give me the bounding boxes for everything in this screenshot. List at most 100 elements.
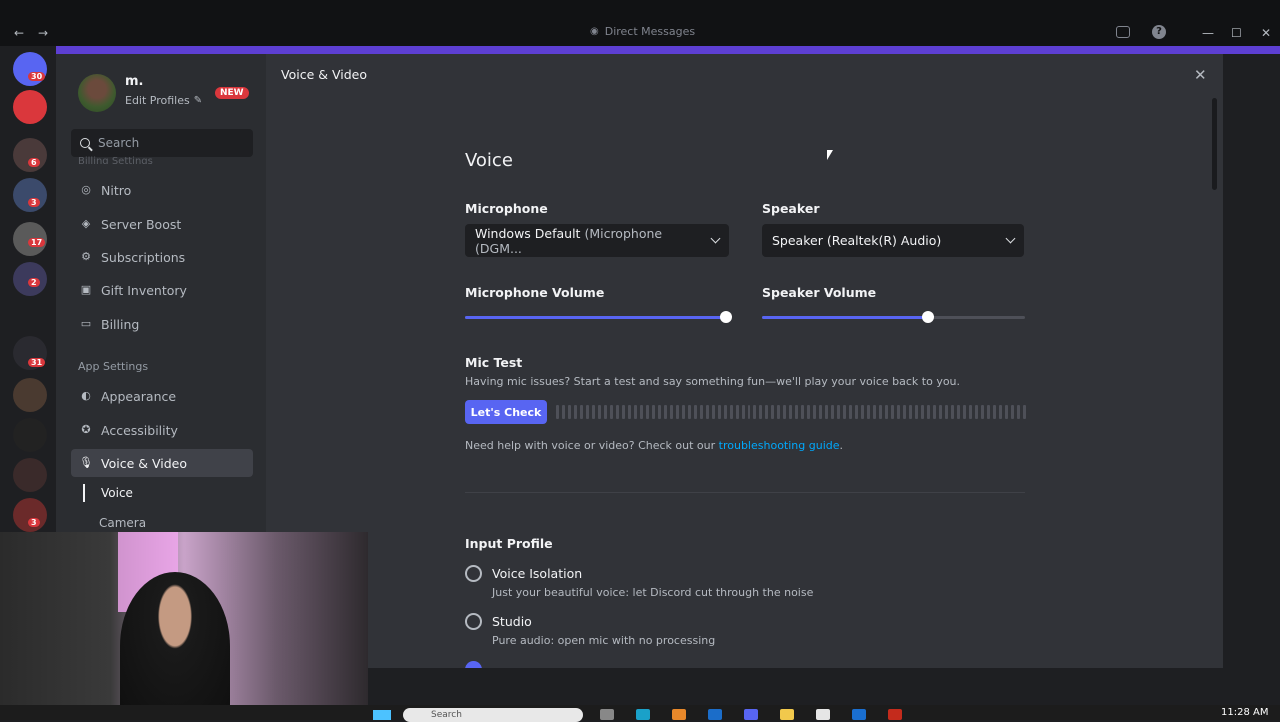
profile-name: m.: [125, 74, 144, 89]
pencil-icon: ✎: [193, 95, 203, 106]
server-icon[interactable]: [13, 178, 47, 212]
windows-start-icon[interactable]: [373, 710, 391, 720]
meter-bar: [621, 405, 625, 419]
scrollbar[interactable]: [1212, 98, 1217, 190]
slider-knob[interactable]: [720, 311, 732, 323]
meter-bar: [705, 405, 709, 419]
studio-radio[interactable]: [465, 613, 482, 630]
minimize-button[interactable]: —: [1202, 26, 1214, 40]
sidebar-item-appearance[interactable]: ◐ Appearance: [71, 382, 253, 410]
firefox-icon[interactable]: [672, 709, 686, 720]
server-icon[interactable]: [13, 458, 47, 492]
meter-bar: [992, 405, 996, 419]
hp-icon[interactable]: [852, 709, 866, 720]
meter-bar: [998, 405, 1002, 419]
mic-test-description: Having mic issues? Start a test and say …: [465, 375, 961, 388]
server-icon[interactable]: [13, 138, 47, 172]
sidebar-item-billing[interactable]: ▭ Billing: [71, 310, 253, 338]
speaker-volume-label: Speaker Volume: [762, 285, 877, 300]
edge-icon[interactable]: [636, 709, 650, 720]
mic-volume-slider[interactable]: [465, 310, 732, 324]
profile-card[interactable]: m. Edit Profiles ✎: [78, 74, 202, 112]
title-bar: ← → ◉ Direct Messages ? — ☐ ✕: [0, 0, 1280, 46]
meter-bar: [950, 405, 954, 419]
notification-badge: 31: [28, 358, 46, 367]
slider-knob[interactable]: [922, 311, 934, 323]
sidebar-item-subscriptions[interactable]: ⚙ Subscriptions: [71, 243, 253, 271]
billing-settings-header: Billing Settings: [78, 156, 153, 164]
meter-bar: [669, 405, 673, 419]
input-profile-label: Input Profile: [465, 536, 553, 551]
meter-bar: [639, 405, 643, 419]
meter-bar: [974, 405, 978, 419]
nitro-icon: ◎: [81, 183, 91, 196]
server-icon[interactable]: [13, 418, 47, 452]
microphone-select[interactable]: Windows Default (Microphone (DGM...: [465, 224, 729, 257]
taskbar-clock: 11:28 AM: [1221, 707, 1269, 718]
meter-bar: [579, 405, 583, 419]
close-settings-button[interactable]: ✕: [1194, 66, 1207, 84]
sidebar-item-gift-inventory[interactable]: ▣ Gift Inventory: [71, 276, 253, 304]
discord-icon[interactable]: [744, 709, 758, 720]
meter-bar: [735, 405, 739, 419]
gift-icon: ▣: [80, 283, 92, 296]
meter-bar: [585, 405, 589, 419]
chevron-down-icon: [1005, 233, 1016, 244]
back-arrow-icon[interactable]: ←: [14, 26, 24, 40]
meter-bar: [699, 405, 703, 419]
forward-arrow-icon[interactable]: →: [38, 26, 48, 40]
close-window-button[interactable]: ✕: [1261, 26, 1271, 40]
subnav-camera[interactable]: Camera: [83, 514, 146, 532]
search-icon: [80, 138, 90, 148]
notification-badge: 30: [28, 72, 46, 81]
app-icon[interactable]: [888, 709, 902, 720]
meter-bar: [591, 405, 595, 419]
meter-bar: [747, 405, 751, 419]
edit-profiles-link[interactable]: Edit Profiles ✎: [125, 94, 202, 107]
help-icon[interactable]: ?: [1152, 25, 1166, 39]
troubleshooting-link[interactable]: troubleshooting guide: [719, 439, 840, 452]
palette-icon: ◐: [81, 389, 91, 402]
lets-check-button[interactable]: Let's Check: [465, 400, 547, 424]
meter-bar: [627, 405, 631, 419]
sidebar-item-nitro[interactable]: ◎ Nitro: [71, 176, 253, 204]
meter-bar: [939, 405, 942, 419]
mic-volume-label: Microphone Volume: [465, 285, 605, 300]
meter-bar: [657, 405, 661, 419]
webcam-overlay: [0, 532, 368, 720]
sidebar-item-accessibility[interactable]: ✪ Accessibility: [71, 416, 253, 444]
meter-bar: [891, 405, 895, 419]
meter-bar: [873, 405, 877, 419]
slider-fill: [465, 316, 726, 319]
meter-bar: [633, 405, 637, 419]
meter-bar: [861, 405, 865, 419]
meter-bar: [561, 405, 565, 419]
server-icon[interactable]: [13, 498, 47, 532]
app-settings-header: App Settings: [78, 360, 149, 373]
avatar: [78, 74, 116, 112]
sidebar-item-voice-video[interactable]: 🎙 Voice & Video: [71, 449, 253, 477]
server-icon[interactable]: [13, 378, 47, 412]
voice-isolation-radio[interactable]: [465, 565, 482, 582]
studio-desc: Pure audio: open mic with no processing: [492, 634, 716, 647]
maximize-button[interactable]: ☐: [1231, 26, 1242, 40]
meter-bar: [968, 405, 972, 419]
server-icon[interactable]: [13, 90, 47, 124]
inbox-icon[interactable]: [1116, 26, 1130, 38]
search-input[interactable]: [98, 136, 238, 150]
mail-icon[interactable]: [708, 709, 722, 720]
sidebar-item-server-boost[interactable]: ◈ Server Boost: [71, 210, 253, 238]
custom-radio[interactable]: [465, 661, 482, 668]
help-text: Need help with voice or video? Check out…: [465, 439, 844, 452]
meter-bar: [687, 405, 691, 419]
speaker-select[interactable]: Speaker (Realtek(R) Audio): [762, 224, 1024, 257]
voice-isolation-title: Voice Isolation: [492, 566, 583, 581]
file-explorer-icon[interactable]: [780, 709, 794, 720]
subnav-voice[interactable]: Voice: [83, 484, 133, 502]
speaker-volume-slider[interactable]: [762, 310, 1025, 324]
search-box[interactable]: [71, 129, 253, 157]
store-icon[interactable]: [816, 709, 830, 720]
taskview-icon[interactable]: [600, 709, 614, 720]
meter-bar: [783, 405, 787, 419]
new-badge: NEW: [215, 87, 249, 99]
